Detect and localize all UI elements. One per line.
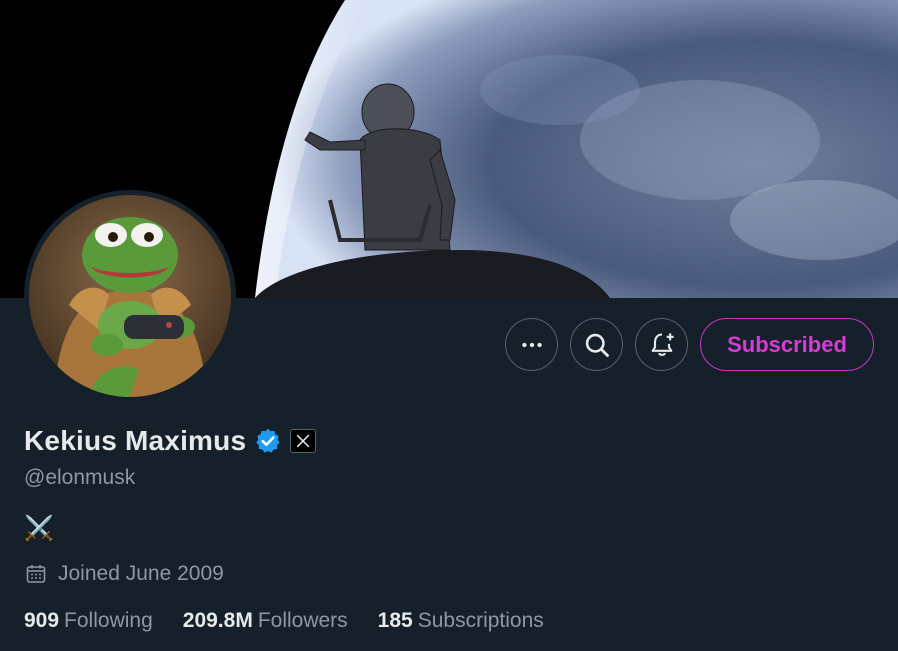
more-horizontal-icon (521, 342, 542, 347)
followers-link[interactable]: 209.8M Followers (183, 609, 348, 633)
x-logo-icon (296, 434, 310, 448)
search-icon (585, 333, 609, 357)
avatar-image (29, 195, 231, 397)
profile-bio: ⚔️ (24, 515, 54, 542)
following-count: 909 (24, 609, 60, 632)
joined-date: Joined June 2009 (24, 562, 224, 586)
following-label: Following (64, 609, 153, 632)
subscribed-button[interactable]: Subscribed (700, 318, 874, 371)
profile-handle: @elonmusk (24, 466, 136, 489)
bell-add-icon (651, 332, 674, 356)
followers-label: Followers (257, 609, 348, 632)
more-button[interactable] (505, 318, 558, 371)
display-name: Kekius Maximus (24, 425, 247, 456)
profile-avatar[interactable] (24, 190, 236, 402)
verified-badge-icon[interactable] (254, 427, 282, 455)
subscriptions-label: Subscriptions (417, 609, 544, 632)
subscriptions-count: 185 (377, 609, 413, 632)
followers-count: 209.8M (182, 609, 253, 632)
profile-actions: Subscribed (505, 318, 874, 371)
subscriptions-link[interactable]: 185 Subscriptions (378, 609, 544, 633)
search-button[interactable] (570, 318, 623, 371)
following-link[interactable]: 909 Following (24, 609, 153, 633)
profile-name-row: Kekius Maximus (24, 425, 317, 457)
notify-button[interactable] (635, 318, 688, 371)
affiliate-x-badge[interactable] (290, 429, 317, 453)
joined-text: Joined June 2009 (58, 562, 224, 585)
profile-stats: 909 Following 209.8M Followers 185 Subscrip… (24, 609, 544, 633)
calendar-icon (26, 565, 46, 583)
